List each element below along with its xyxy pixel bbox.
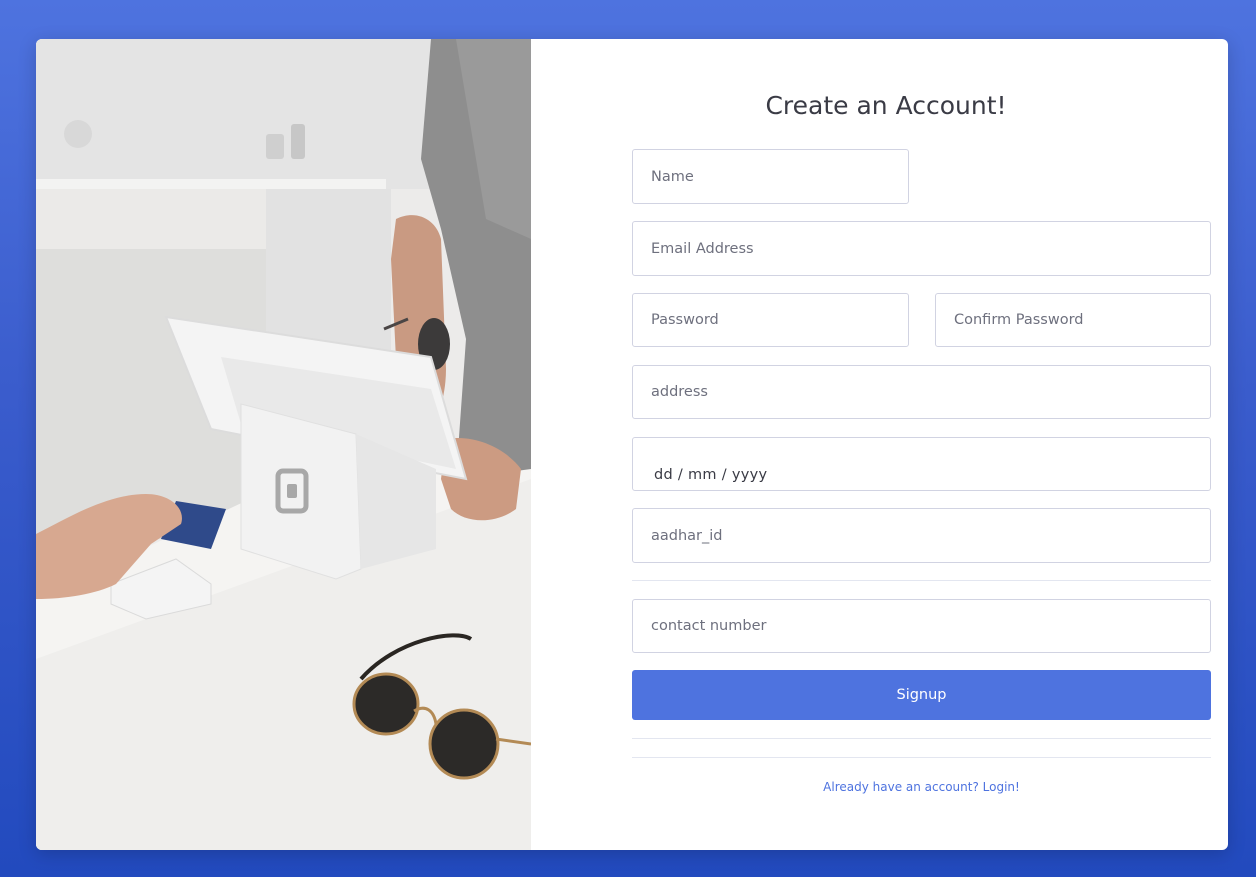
divider — [632, 580, 1211, 581]
date-of-birth-placeholder: dd / mm / yyyy — [654, 467, 768, 483]
divider — [632, 738, 1211, 739]
name-input[interactable] — [632, 149, 909, 204]
email-input[interactable] — [632, 221, 1211, 276]
contact-number-input[interactable] — [632, 599, 1211, 653]
address-input[interactable] — [632, 365, 1211, 419]
register-side-image — [36, 39, 531, 850]
divider — [632, 757, 1211, 758]
register-form: Create an Account! dd / mm / yyyy Signup… — [531, 39, 1228, 850]
login-link[interactable]: Already have an account? Login! — [632, 780, 1211, 794]
aadhar-id-input[interactable] — [632, 508, 1211, 563]
signup-button[interactable]: Signup — [632, 670, 1211, 720]
date-of-birth-input[interactable]: dd / mm / yyyy — [632, 437, 1211, 491]
confirm-password-input[interactable] — [935, 293, 1211, 347]
page-title: Create an Account! — [765, 91, 1007, 120]
password-input[interactable] — [632, 293, 909, 347]
register-card: Create an Account! dd / mm / yyyy Signup… — [36, 39, 1228, 850]
